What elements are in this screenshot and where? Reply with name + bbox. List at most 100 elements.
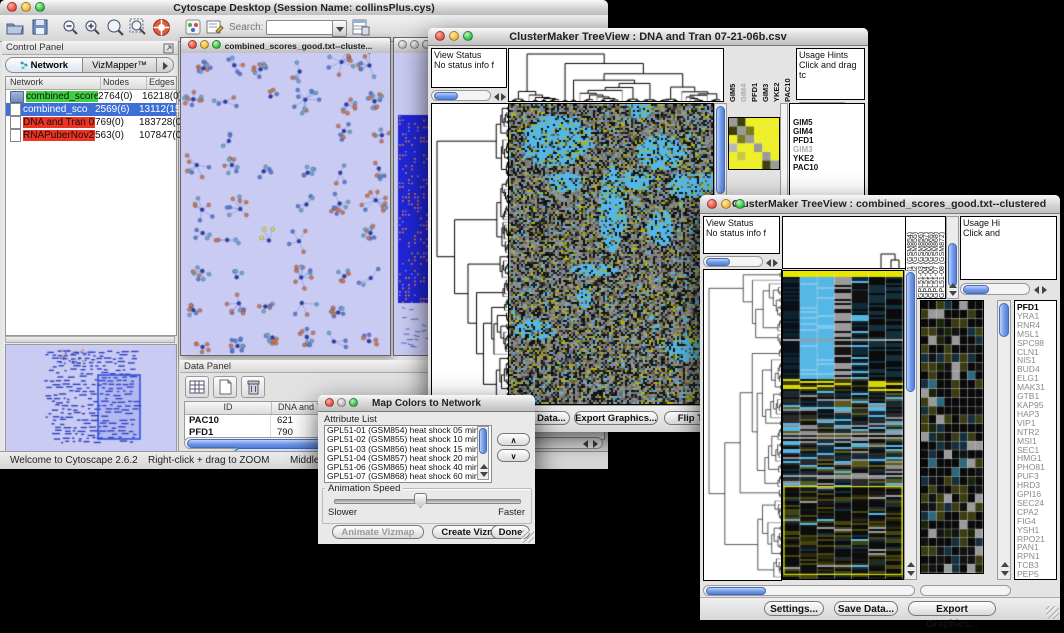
tv1-gene-label[interactable]: YKE2 <box>793 154 864 163</box>
tv1-gene-label[interactable]: PFD1 <box>793 136 864 145</box>
scroll-down-icon[interactable] <box>480 472 488 477</box>
move-down-button[interactable]: ∨ <box>497 449 530 462</box>
scrollbar-thumb[interactable] <box>706 258 730 266</box>
tv1-column-dendrogram[interactable] <box>508 48 724 102</box>
col-nodes[interactable]: Nodes <box>101 77 147 89</box>
scroll-down-icon[interactable] <box>1001 571 1009 576</box>
scrollbar-thumb[interactable] <box>906 272 915 392</box>
tv1-gene-label[interactable]: GIM3 <box>793 145 864 154</box>
zoom-button[interactable] <box>35 2 45 12</box>
scrollbar-thumb[interactable] <box>434 92 458 100</box>
table-mode-button[interactable] <box>185 376 209 398</box>
animation-slider-track[interactable] <box>334 499 521 504</box>
network-list-row[interactable]: RNAPuberNov2+|563(0)107847(0) <box>6 129 176 142</box>
scrollbar-thumb[interactable] <box>706 587 766 595</box>
zoom-out-icon[interactable] <box>62 19 79 36</box>
col-id[interactable]: ID <box>185 402 272 414</box>
save-icon[interactable] <box>32 19 48 35</box>
scroll-right-icon[interactable] <box>773 259 778 267</box>
tv2-row-dendrogram[interactable] <box>703 269 782 581</box>
help-lifering-icon[interactable] <box>152 18 171 37</box>
close-button[interactable] <box>188 40 197 49</box>
network-list-row[interactable]: DNA and Tran 07769(0)183728(0) <box>6 116 176 129</box>
tab-overflow-button[interactable] <box>157 57 174 73</box>
treeview2-titlebar[interactable]: ClusterMaker TreeView : combined_scores_… <box>700 195 1060 214</box>
close-button[interactable] <box>325 398 334 407</box>
save-data-button[interactable]: Save Data... <box>834 601 898 616</box>
minimize-button[interactable] <box>721 199 731 209</box>
tv1-heatmap[interactable] <box>508 103 714 405</box>
scroll-down-icon[interactable] <box>907 571 915 576</box>
scroll-right-icon[interactable] <box>593 440 598 448</box>
zoom-selected-icon[interactable] <box>106 18 125 37</box>
network-view-titlebar[interactable]: combined_scores_good.txt--cluste... <box>181 38 390 54</box>
close-button[interactable] <box>7 2 17 12</box>
scroll-up-icon[interactable] <box>480 464 488 469</box>
col-network[interactable]: Network <box>6 77 101 89</box>
tv2-zoom-hscrollbar[interactable] <box>920 585 1011 596</box>
resize-grip[interactable] <box>1046 606 1059 619</box>
tab-network[interactable]: Network <box>5 57 83 73</box>
tv2-heatmap[interactable] <box>782 270 904 580</box>
tv1-gene-label[interactable]: GIM5 <box>793 118 864 127</box>
minimize-button[interactable] <box>449 31 459 41</box>
close-button[interactable] <box>707 199 717 209</box>
minimize-button[interactable] <box>337 398 346 407</box>
tv2-zoom-vscrollbar[interactable] <box>997 300 1011 580</box>
settings-button[interactable]: Settings... <box>764 601 824 616</box>
tv2-labels-vscrollbar[interactable] <box>946 216 959 299</box>
minimize-button[interactable] <box>410 40 419 49</box>
tv2-zoom-heatmap[interactable] <box>920 300 984 574</box>
move-up-button[interactable]: ∧ <box>497 433 530 446</box>
tv2-column-dendrogram[interactable] <box>782 216 906 269</box>
network-list-row[interactable]: combined_sco2569(6)13112(15) <box>6 103 176 116</box>
scrollbar-thumb[interactable] <box>999 303 1009 337</box>
tv1-row-dendrogram[interactable] <box>431 103 509 405</box>
scroll-up-icon[interactable] <box>949 283 957 288</box>
tv1-gene-label[interactable]: PAC10 <box>793 163 864 172</box>
open-folder-icon[interactable] <box>6 19 24 35</box>
annotation-icon[interactable] <box>206 19 224 35</box>
scrollbar-thumb[interactable] <box>948 243 957 287</box>
search-dropdown-button[interactable] <box>332 20 347 37</box>
tv1-gene-label[interactable]: GIM4 <box>793 127 864 136</box>
zoom-button[interactable] <box>463 31 473 41</box>
network-canvas[interactable] <box>181 53 390 355</box>
scroll-left-icon[interactable] <box>766 259 771 267</box>
zoom-fit-icon[interactable] <box>129 18 148 37</box>
tv2-bottom-hscrollbar[interactable] <box>703 585 915 596</box>
network-list-row[interactable]: combined_scores2764(0)16218(0) <box>6 90 176 103</box>
search-input[interactable] <box>266 20 334 35</box>
minimize-button[interactable] <box>200 40 209 49</box>
main-titlebar[interactable]: Cytoscape Desktop (Session Name: collins… <box>0 0 608 16</box>
delete-attribute-button[interactable] <box>241 376 265 398</box>
treeview1-titlebar[interactable]: ClusterMaker TreeView : DNA and Tran 07-… <box>428 28 868 46</box>
scroll-left-icon[interactable] <box>583 440 588 448</box>
scroll-right-icon[interactable] <box>501 93 506 101</box>
new-attribute-button[interactable] <box>213 376 237 398</box>
scrollbar-thumb[interactable] <box>479 428 487 454</box>
close-button[interactable] <box>435 31 445 41</box>
zoom-button[interactable] <box>735 199 745 209</box>
scrollbar-thumb[interactable] <box>716 106 725 194</box>
scroll-down-icon[interactable] <box>949 291 957 296</box>
scroll-left-icon[interactable] <box>1034 286 1039 294</box>
attribute-list-item[interactable]: GPL51-07 (GSM868) heat shock 60 min <box>325 472 491 481</box>
zoom-button[interactable] <box>212 40 221 49</box>
tab-vizmapper[interactable]: VizMapper™ <box>83 57 157 73</box>
tv1-zoom-heatmap[interactable] <box>728 117 780 170</box>
tv1-status-hscrollbar[interactable] <box>431 90 491 101</box>
scroll-right-icon[interactable] <box>1042 286 1047 294</box>
close-button[interactable] <box>398 40 407 49</box>
tv2-heatmap-vscrollbar[interactable] <box>904 270 917 580</box>
float-panel-icon[interactable] <box>163 43 174 54</box>
col-edges[interactable]: Edges <box>147 77 176 89</box>
scrollbar-thumb[interactable] <box>963 285 989 294</box>
tv2-hints-hscrollbar[interactable] <box>960 283 1030 295</box>
animate-vizmap-button[interactable]: Animate Vizmap <box>332 525 424 539</box>
dialog-titlebar[interactable]: Map Colors to Network <box>318 395 535 412</box>
resize-grip[interactable] <box>521 530 534 543</box>
scroll-up-icon[interactable] <box>1001 562 1009 567</box>
tv2-status-hscrollbar[interactable] <box>703 256 763 267</box>
vizmapper-icon[interactable] <box>185 19 201 35</box>
